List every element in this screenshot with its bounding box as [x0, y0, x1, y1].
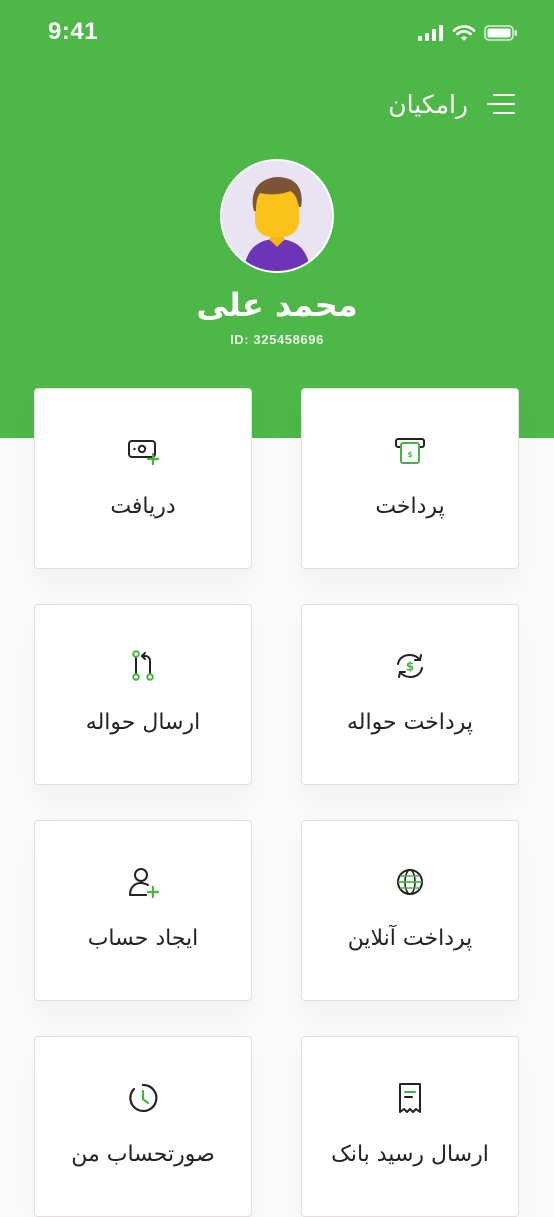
online-payment-card[interactable]: پرداخت آنلاین — [301, 820, 519, 1001]
create-account-card[interactable]: ایجاد حساب — [34, 820, 252, 1001]
receipt-icon — [399, 1083, 421, 1113]
payment-label: پرداخت — [375, 494, 445, 519]
clock-icon — [129, 1083, 158, 1113]
send-receipt-label: ارسال رسید بانک — [331, 1142, 489, 1167]
hamburger-menu-icon[interactable] — [486, 92, 516, 116]
globe-icon — [397, 869, 423, 895]
my-statement-card[interactable]: صورتحساب من — [34, 1036, 252, 1217]
user-avatar-icon — [244, 177, 310, 271]
receive-label: دریافت — [110, 494, 176, 519]
status-icons — [418, 22, 518, 44]
svg-text:$: $ — [408, 451, 413, 459]
signal-icon — [418, 25, 443, 41]
status-bar: 9:41 — [0, 0, 554, 70]
money-transfer-icon: $ — [397, 653, 423, 679]
top-bar: رامکیان — [388, 84, 516, 124]
send-transfer-card[interactable]: ارسال حواله — [34, 604, 252, 785]
online-payment-label: پرداخت آنلاین — [347, 926, 473, 951]
transfer-payment-card[interactable]: $ پرداخت حواله — [301, 604, 519, 785]
battery-icon — [484, 25, 517, 41]
create-account-label: ایجاد حساب — [87, 926, 199, 951]
add-user-icon — [129, 868, 160, 899]
payment-card[interactable]: $ پرداخت — [301, 388, 519, 569]
send-transfer-label: ارسال حواله — [85, 710, 201, 735]
svg-text:$: $ — [406, 660, 414, 674]
status-time: 9:41 — [48, 18, 99, 45]
pos-payment-icon: $ — [395, 438, 425, 464]
brand-name: رامکیان — [388, 89, 468, 119]
my-statement-label: صورتحساب من — [71, 1142, 215, 1167]
receive-card[interactable]: دریافت — [34, 388, 252, 569]
user-id: ID: 325458696 — [230, 332, 324, 347]
wifi-icon — [452, 25, 476, 41]
receive-money-icon — [128, 440, 160, 466]
send-transfer-icon — [132, 650, 154, 681]
transfer-payment-label: پرداخت حواله — [347, 710, 473, 735]
send-receipt-card[interactable]: ارسال رسید بانک — [301, 1036, 519, 1217]
user-name: محمد علی — [196, 286, 358, 324]
avatar[interactable] — [220, 159, 334, 273]
